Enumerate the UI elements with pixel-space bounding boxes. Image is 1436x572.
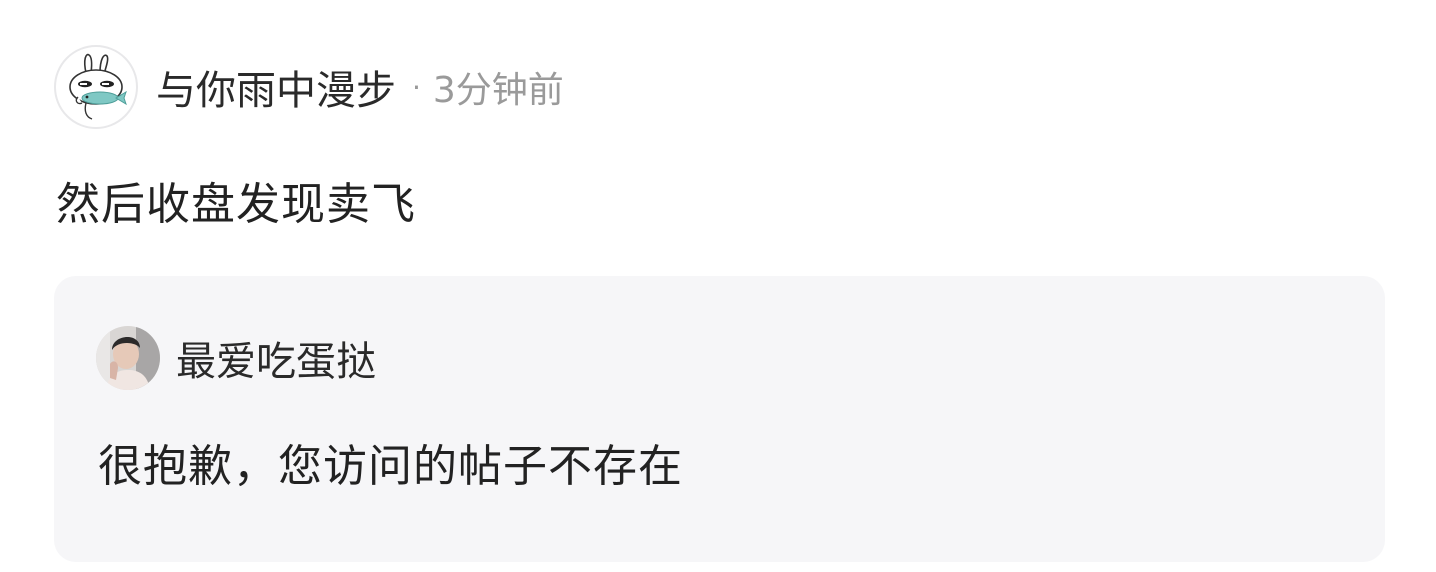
comment-post: 与你雨中漫步 · 3分钟前 然后收盘发现卖飞 最爱吃蛋挞 很抱歉，您访问的帖子不… [0,0,1436,572]
separator-dot: · [412,70,421,104]
author-name[interactable]: 与你雨中漫步 [156,58,396,116]
person-photo-avatar-icon [96,326,160,390]
quoted-post-content: 很抱歉，您访问的帖子不存在 [98,441,683,492]
post-content: 然后收盘发现卖飞 [56,179,416,230]
post-header: 与你雨中漫步 · 3分钟前 [54,45,564,129]
quoted-post-card[interactable]: 最爱吃蛋挞 很抱歉，您访问的帖子不存在 [54,276,1385,562]
bunny-with-fish-avatar-icon [69,53,127,120]
quoted-post-header: 最爱吃蛋挞 [96,326,376,390]
quoted-author-avatar[interactable] [96,326,160,390]
author-avatar[interactable] [54,45,138,129]
quoted-author-name[interactable]: 最爱吃蛋挞 [176,329,376,387]
post-timestamp: 3分钟前 [432,70,564,111]
